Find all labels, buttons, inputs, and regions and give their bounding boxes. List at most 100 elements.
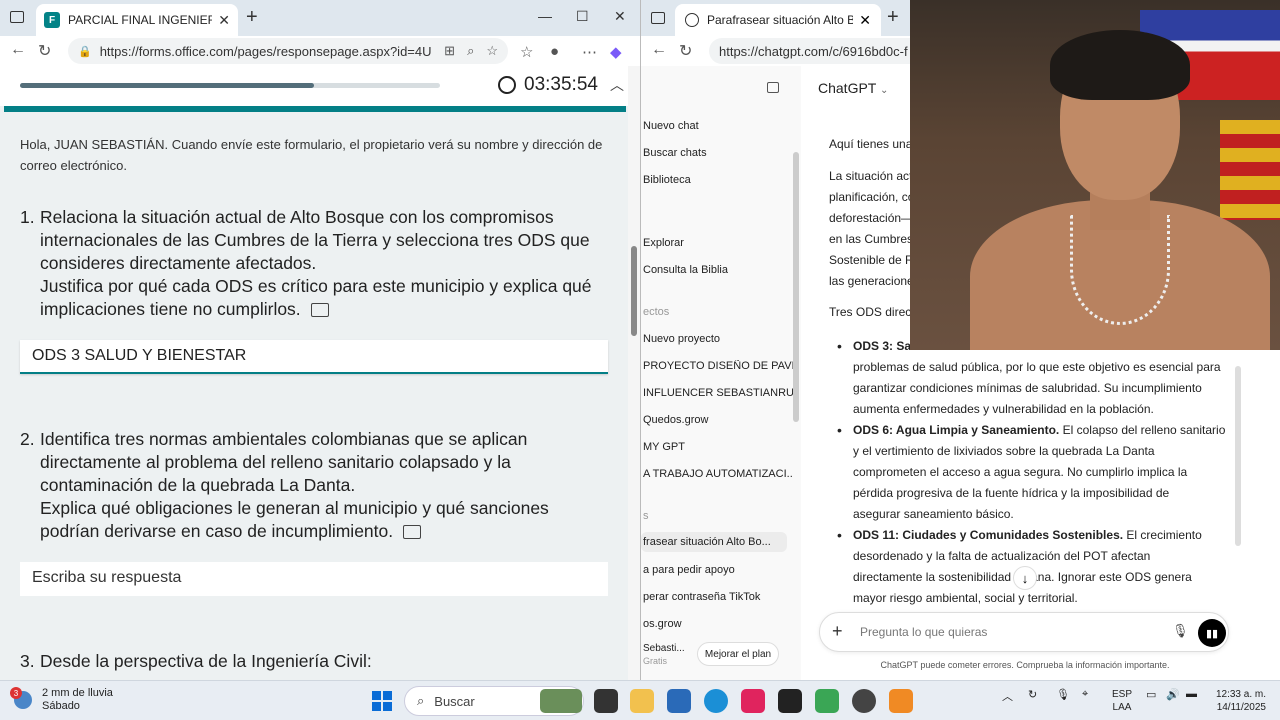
url-bar[interactable]: https://chatgpt.com/c/6916bd0c-f bbox=[709, 38, 929, 64]
zoom-icon[interactable]: ⌕ bbox=[467, 43, 474, 59]
volume-icon[interactable]: 🔊 bbox=[1166, 688, 1180, 701]
lang-line2: LAA bbox=[1112, 702, 1132, 713]
maximize-button[interactable]: ☐ bbox=[576, 8, 589, 25]
form-scrollbar[interactable] bbox=[628, 66, 640, 680]
model-selector[interactable]: ChatGPT ⌄ bbox=[818, 80, 888, 96]
file-explorer-icon[interactable] bbox=[630, 689, 654, 713]
start-button[interactable] bbox=[372, 691, 392, 711]
sidebar-item[interactable]: Buscar chats bbox=[643, 147, 793, 159]
sidebar-item[interactable]: Biblioteca bbox=[643, 174, 793, 186]
back-icon[interactable]: ← bbox=[651, 41, 667, 59]
new-tab-button[interactable]: + bbox=[246, 6, 258, 29]
apps-icon[interactable]: ⊞ bbox=[444, 43, 455, 59]
chevron-up-icon[interactable]: ︿ bbox=[1002, 688, 1013, 704]
answer-field-1[interactable]: ODS 3 SALUD Y BIENESTAR bbox=[20, 340, 608, 374]
language-indicator[interactable]: ESP LAA bbox=[1112, 688, 1132, 714]
task-view-icon[interactable] bbox=[594, 689, 618, 713]
sidebar-item[interactable]: Consulta la Biblia bbox=[643, 264, 793, 276]
sidebar-item[interactable]: perar contraseña TikTok bbox=[643, 591, 793, 603]
app-icon[interactable] bbox=[889, 689, 913, 713]
question-line-text: implicaciones tiene no cumplirlos. bbox=[40, 299, 301, 319]
favorites-icon[interactable]: ☆ bbox=[520, 43, 533, 61]
tab-chatgpt[interactable]: Parafrasear situación Alto Bosque ✕ bbox=[675, 4, 881, 36]
question-line: podrían derivarse en caso de incumplimie… bbox=[40, 520, 610, 543]
answer-field-2[interactable]: Escriba su respuesta bbox=[20, 562, 608, 596]
scroll-down-icon[interactable]: ↓ bbox=[1013, 566, 1037, 590]
sidebar-scrollbar[interactable] bbox=[793, 152, 799, 422]
composer-placeholder[interactable]: Pregunta lo que quieras bbox=[860, 625, 987, 639]
microphone-icon[interactable]: 🎙 bbox=[1056, 688, 1070, 701]
progress-bar bbox=[20, 83, 440, 88]
tab-forms[interactable]: F PARCIAL FINAL INGENIERIA AMBI ✕ bbox=[36, 4, 238, 36]
sidebar-item[interactable]: Explorar bbox=[643, 237, 793, 249]
notification-badge: 3 bbox=[10, 687, 22, 699]
sidebar-item[interactable]: MY GPT bbox=[643, 441, 793, 453]
chat-scrollbar[interactable] bbox=[1235, 366, 1241, 546]
url-bar[interactable]: 🔒 https://forms.office.com/pages/respons… bbox=[68, 38, 508, 64]
tab-actions-icon[interactable] bbox=[651, 12, 665, 24]
question-line-text: podrían derivarse en caso de incumplimie… bbox=[40, 521, 394, 541]
sidebar-item[interactable]: A TRABAJO AUTOMATIZACI... bbox=[643, 468, 793, 480]
sidebar-item[interactable]: PROYECTO DISEÑO DE PAVI... bbox=[643, 360, 793, 372]
question-1: 1. Relaciona la situación actual de Alto… bbox=[20, 206, 610, 321]
sidebar-section-label: s bbox=[643, 510, 649, 522]
capcut-icon[interactable] bbox=[741, 689, 765, 713]
immersive-reader-icon[interactable] bbox=[403, 525, 422, 540]
sidebar-chat-selected[interactable]: frasear situación Alto Bo... bbox=[641, 532, 787, 552]
sidebar-item[interactable]: os.grow bbox=[643, 618, 793, 630]
microphone-icon[interactable]: 🎙 bbox=[1172, 623, 1189, 639]
app-icon[interactable] bbox=[815, 689, 839, 713]
upgrade-plan-button[interactable]: Mejorar el plan bbox=[697, 642, 779, 666]
chatgpt-icon bbox=[685, 13, 699, 27]
user-name[interactable]: Sebasti... bbox=[643, 643, 693, 654]
sync-icon[interactable]: ↻ bbox=[1028, 688, 1037, 701]
new-tab-button[interactable]: + bbox=[887, 6, 899, 29]
tab-title: PARCIAL FINAL INGENIERIA AMBI bbox=[68, 13, 213, 27]
scroll-thumb[interactable] bbox=[631, 246, 637, 336]
sidebar-item[interactable]: Quedos.grow bbox=[643, 414, 793, 426]
back-icon[interactable]: ← bbox=[10, 41, 26, 59]
ods-line: garantizar condiciones mínimas de salubr… bbox=[853, 381, 1202, 395]
weather-widget[interactable]: 3 2 mm de lluvia Sábado bbox=[10, 687, 113, 713]
immersive-reader-icon[interactable] bbox=[310, 303, 329, 318]
timer-value: 03:35:54 bbox=[524, 74, 598, 95]
chat-composer[interactable]: + Pregunta lo que quieras 🎙 ▮▮ bbox=[819, 612, 1229, 652]
store-icon[interactable] bbox=[667, 689, 691, 713]
sidebar-item[interactable]: Nuevo proyecto bbox=[643, 333, 793, 345]
form-header-band bbox=[4, 106, 626, 112]
refresh-icon[interactable]: ↻ bbox=[679, 41, 692, 61]
tab-actions-icon[interactable] bbox=[10, 11, 24, 23]
widget-thumbnail-icon[interactable] bbox=[540, 689, 582, 713]
sidebar-item[interactable]: INFLUENCER SEBASTIANRUI... bbox=[643, 387, 793, 399]
profile-icon[interactable]: ● bbox=[550, 43, 559, 60]
chevron-up-icon[interactable]: ︿ bbox=[610, 75, 624, 95]
question-line: Desde la perspectiva de la Ingeniería Ci… bbox=[40, 651, 372, 671]
question-line: Relaciona la situación actual de Alto Bo… bbox=[40, 207, 554, 227]
url-text: https://forms.office.com/pages/responsep… bbox=[99, 43, 433, 59]
close-window-button[interactable]: ✕ bbox=[614, 8, 626, 25]
edge-icon[interactable] bbox=[704, 689, 728, 713]
app-icon[interactable] bbox=[778, 689, 802, 713]
favorite-star-icon[interactable]: ☆ bbox=[486, 43, 498, 59]
clock[interactable]: 12:33 a. m. 14/11/2025 bbox=[1204, 688, 1266, 714]
sidebar-toggle-icon[interactable] bbox=[767, 82, 779, 93]
more-icon[interactable]: ⋯ bbox=[582, 43, 597, 61]
sidebar-item[interactable]: a para pedir apoyo bbox=[643, 564, 793, 576]
minimize-button[interactable]: — bbox=[538, 8, 552, 24]
plus-icon[interactable]: + bbox=[832, 621, 843, 642]
battery-icon[interactable]: ▬ bbox=[1186, 688, 1197, 700]
voice-mode-icon[interactable]: ▮▮ bbox=[1198, 619, 1226, 647]
copilot-icon[interactable]: ◆ bbox=[610, 43, 622, 61]
refresh-icon[interactable]: ↻ bbox=[38, 41, 51, 61]
close-tab-icon[interactable]: ✕ bbox=[218, 12, 230, 29]
progress-fill bbox=[20, 83, 314, 88]
location-icon[interactable]: ⌖ bbox=[1082, 688, 1088, 701]
lock-icon: 🔒 bbox=[78, 45, 92, 58]
close-tab-icon[interactable]: ✕ bbox=[859, 12, 871, 29]
sidebar-item[interactable]: Nuevo chat bbox=[643, 120, 793, 132]
ods-line: asegurar saneamiento básico. bbox=[853, 507, 1014, 521]
greeting-text: Hola, JUAN SEBASTIÁN. Cuando envíe este … bbox=[20, 137, 603, 173]
chatgpt-app-icon[interactable] bbox=[852, 689, 876, 713]
ods-line: aumenta enfermedades y vulnerabilidad en… bbox=[853, 402, 1154, 416]
network-icon[interactable]: ▭ bbox=[1146, 688, 1156, 701]
